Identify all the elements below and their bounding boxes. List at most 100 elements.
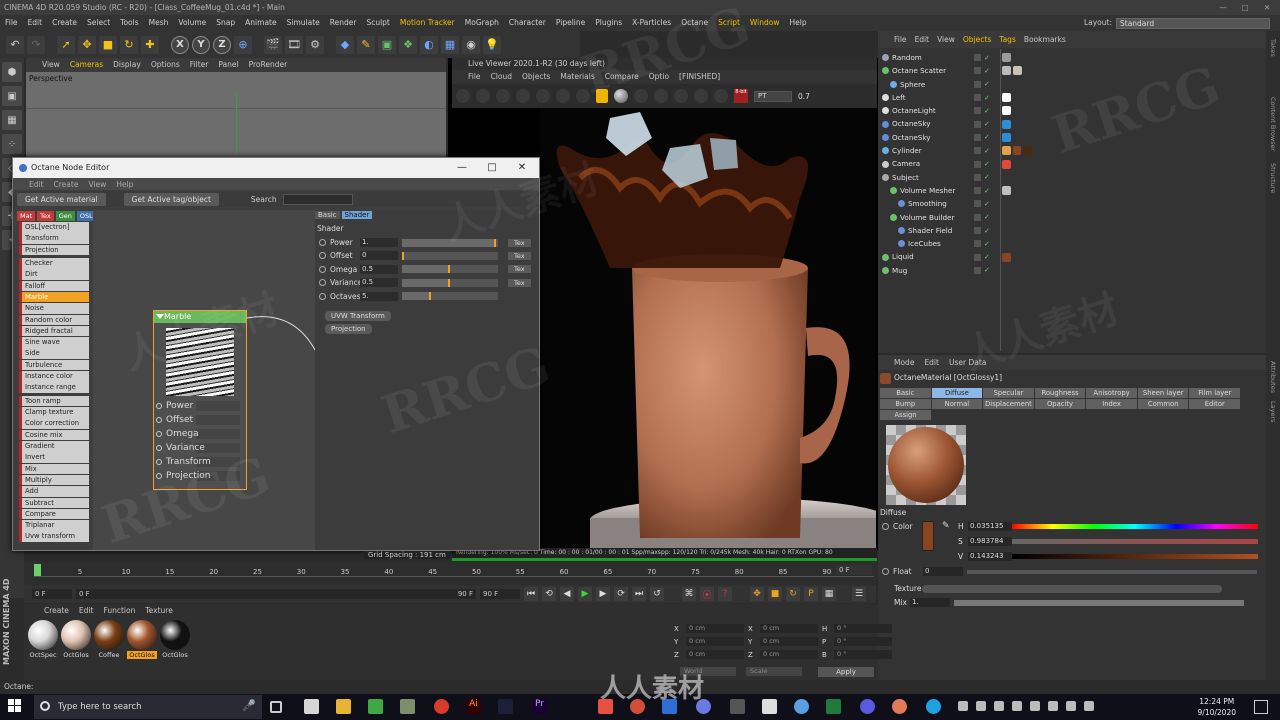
- cube-icon[interactable]: ◆: [336, 35, 354, 54]
- menu-simulate[interactable]: Simulate: [282, 15, 325, 31]
- premiere-icon[interactable]: Pr: [532, 699, 547, 714]
- value-slider[interactable]: [1012, 554, 1258, 559]
- prop-value-field[interactable]: 0: [360, 251, 398, 261]
- region-render-icon[interactable]: [674, 89, 688, 103]
- viewport-menu-prorender[interactable]: ProRender: [249, 58, 288, 72]
- app-music-icon[interactable]: [860, 699, 875, 714]
- node-list-item[interactable]: Checker: [19, 258, 89, 269]
- key-scale-icon[interactable]: ■: [768, 587, 782, 601]
- layer-dot-icon[interactable]: [974, 240, 981, 248]
- node-list-item[interactable]: Ridged fractal: [19, 325, 89, 337]
- node-editor-maximize-button[interactable]: □: [477, 158, 507, 178]
- mat-menu-edit[interactable]: Edit: [79, 606, 94, 615]
- redo-icon[interactable]: ↷: [27, 35, 45, 54]
- prop-slider[interactable]: [402, 251, 498, 260]
- visible-check-icon[interactable]: ✓: [984, 173, 990, 181]
- layer-dot-icon[interactable]: [974, 266, 981, 274]
- app-cloud-icon[interactable]: [794, 699, 809, 714]
- layer-dot-icon[interactable]: [974, 147, 981, 155]
- node-list-item[interactable]: Invert: [19, 452, 89, 463]
- layer-dot-icon[interactable]: [974, 173, 981, 181]
- layout-select[interactable]: Standard: [1116, 17, 1270, 29]
- tag-icon[interactable]: [1002, 93, 1011, 103]
- render-image[interactable]: [540, 108, 876, 548]
- node-list-item[interactable]: Color correction: [19, 418, 89, 429]
- props-tab-shader[interactable]: Shader: [341, 211, 373, 219]
- display-icon[interactable]: [1048, 701, 1058, 711]
- node-menu-help[interactable]: Help: [116, 180, 133, 189]
- taskbar-clock[interactable]: 12:24 PM 9/10/2020: [1198, 696, 1236, 718]
- focus-icon[interactable]: [654, 89, 668, 103]
- visible-check-icon[interactable]: ✓: [984, 160, 990, 168]
- tag-icon[interactable]: [1002, 132, 1011, 142]
- tex-button[interactable]: Tex: [508, 265, 531, 274]
- timeline-ruler[interactable]: 051015202530354045505560657075808590: [34, 568, 874, 580]
- node-list-item[interactable]: Gradient: [19, 441, 89, 452]
- tex-button[interactable]: Tex: [508, 238, 531, 247]
- lv-menu-4[interactable]: Compare: [605, 70, 639, 84]
- h-field[interactable]: 0.035135: [968, 522, 1012, 531]
- menu-mograph[interactable]: MoGraph: [460, 15, 504, 31]
- v-field[interactable]: 0.143243: [968, 552, 1012, 561]
- array-icon[interactable]: ❖: [399, 35, 417, 54]
- settings-icon[interactable]: [556, 89, 570, 103]
- attr-tab-sheen-layer[interactable]: Sheen layer: [1137, 388, 1189, 398]
- tag-icon[interactable]: [1023, 146, 1033, 156]
- pause-icon[interactable]: [496, 89, 510, 103]
- visible-check-icon[interactable]: ✓: [984, 200, 990, 208]
- side-tab-content-browser[interactable]: Content Browser: [1269, 97, 1277, 151]
- viewport-perspective[interactable]: Perspective: [26, 72, 446, 162]
- side-tab-takes[interactable]: Takes: [1269, 39, 1277, 57]
- visible-check-icon[interactable]: ✓: [984, 147, 990, 155]
- microphone-icon[interactable]: 🎤: [242, 699, 257, 714]
- timeline-menu-icon[interactable]: ☰: [852, 587, 866, 601]
- mat-menu-create[interactable]: Create: [44, 606, 69, 615]
- region-icon[interactable]: [536, 89, 550, 103]
- current-frame-field[interactable]: 0 F: [836, 565, 872, 575]
- undo-icon[interactable]: ↶: [6, 35, 24, 54]
- keyframe-selection-icon[interactable]: ⌘: [682, 587, 696, 601]
- viewport-menu-display[interactable]: Display: [113, 58, 141, 72]
- key-rotation-icon[interactable]: ↻: [786, 587, 800, 601]
- viewport-menu-cameras[interactable]: Cameras: [70, 58, 103, 72]
- visible-check-icon[interactable]: ✓: [984, 187, 990, 195]
- visible-check-icon[interactable]: ✓: [984, 67, 990, 75]
- material-item[interactable]: OctSpec: [28, 620, 58, 659]
- coord-field[interactable]: 0 cm: [760, 637, 818, 646]
- get-active-material-button[interactable]: Get Active material: [17, 192, 106, 206]
- menu-octane[interactable]: Octane: [676, 15, 713, 31]
- material-item[interactable]: OctGlos: [160, 620, 190, 659]
- taskbar-search-box[interactable]: Type here to search: [34, 695, 262, 719]
- node-list-item[interactable]: Falloff: [19, 280, 89, 292]
- tex-button[interactable]: Tex: [508, 278, 531, 287]
- visible-check-icon[interactable]: ✓: [984, 80, 990, 88]
- pin-offset[interactable]: Offset: [156, 413, 246, 426]
- attr-tab-bump[interactable]: Bump: [880, 399, 931, 409]
- light-icon[interactable]: 💡: [483, 35, 501, 54]
- pin-socket-icon[interactable]: [156, 430, 162, 437]
- onedrive-icon[interactable]: [994, 701, 1004, 711]
- cinema4d-taskbar-icon[interactable]: [498, 699, 513, 714]
- saturation-slider[interactable]: [1012, 539, 1258, 544]
- node-graph-canvas[interactable]: Marble Power Offset Omega Variance Transform…: [93, 210, 315, 550]
- side-tab-structure[interactable]: Structure: [1269, 163, 1277, 193]
- layer-dot-icon[interactable]: [974, 253, 981, 261]
- menu-edit[interactable]: Edit: [23, 15, 48, 31]
- coord-field[interactable]: 0 cm: [760, 624, 818, 633]
- menu-script[interactable]: Script: [713, 15, 745, 31]
- kernel-select[interactable]: PT: [754, 90, 792, 102]
- coord-field[interactable]: 0 °: [834, 624, 892, 633]
- viewport-menu-filter[interactable]: Filter: [190, 58, 209, 72]
- y-axis-icon[interactable]: Y: [192, 35, 210, 54]
- pin-power[interactable]: Power: [156, 399, 246, 412]
- mix-slider[interactable]: [954, 599, 1244, 606]
- obj-menu-file[interactable]: File: [894, 35, 907, 44]
- attr-menu-user-data[interactable]: User Data: [949, 358, 986, 367]
- animate-radio[interactable]: [319, 292, 326, 300]
- layer-dot-icon[interactable]: [974, 227, 981, 234]
- menu-pipeline[interactable]: Pipeline: [551, 15, 590, 31]
- menu-mesh[interactable]: Mesh: [144, 15, 174, 31]
- go-to-end-icon[interactable]: ⏭: [632, 587, 646, 601]
- menu-help[interactable]: Help: [784, 15, 811, 31]
- obj-menu-edit[interactable]: Edit: [915, 35, 930, 44]
